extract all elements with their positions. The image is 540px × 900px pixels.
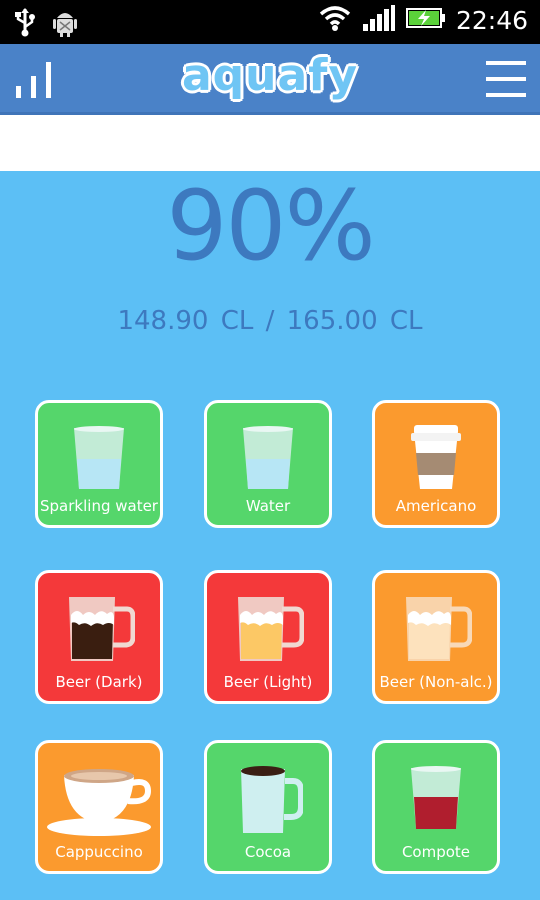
beer-mug-light-icon — [238, 597, 304, 661]
android-debug-icon — [52, 6, 78, 42]
cappuccino-cup-icon — [47, 769, 152, 836]
progress-amounts: 148.90 CL / 165.00 CL — [117, 306, 423, 336]
signal-icon — [362, 4, 396, 36]
progress-fill — [0, 115, 486, 171]
menu-icon — [482, 61, 526, 97]
menu-button[interactable] — [482, 58, 526, 100]
progress-percent: 90% — [166, 170, 375, 282]
cocoa-mug-icon — [241, 766, 303, 833]
battery-charging-icon — [405, 6, 446, 34]
drink-tile-cappuccino[interactable]: Cappuccino — [35, 740, 163, 874]
beer-mug-nonalc-icon — [406, 597, 472, 661]
progress-bar — [0, 115, 540, 171]
drink-tile-beer-dark[interactable]: Beer (Dark) — [35, 570, 163, 704]
drink-tile-beer-light[interactable]: Beer (Light) — [204, 570, 332, 704]
glass-water-icon — [243, 426, 293, 489]
usb-icon — [14, 7, 36, 41]
drink-tile-americano[interactable]: Americano — [372, 400, 500, 528]
coffee-cup-icon — [411, 425, 461, 489]
glass-compote-icon — [411, 766, 461, 829]
drink-tile-sparkling-water[interactable]: Sparkling water — [35, 400, 163, 528]
drink-tile-compote[interactable]: Compote — [372, 740, 500, 874]
app-bar: aquafy — [0, 44, 540, 115]
wifi-icon — [318, 4, 352, 36]
glass-water-icon — [74, 426, 124, 489]
clock: 22:46 — [455, 5, 528, 35]
drink-tile-beer-nonalc[interactable]: Beer (Non-alc.) — [372, 570, 500, 704]
drink-tile-water[interactable]: Water — [204, 400, 332, 528]
beer-mug-dark-icon — [69, 597, 135, 661]
app-logo: aquafy — [181, 50, 359, 101]
status-bar: 22:46 — [0, 0, 540, 44]
drink-tile-cocoa[interactable]: Cocoa — [204, 740, 332, 874]
